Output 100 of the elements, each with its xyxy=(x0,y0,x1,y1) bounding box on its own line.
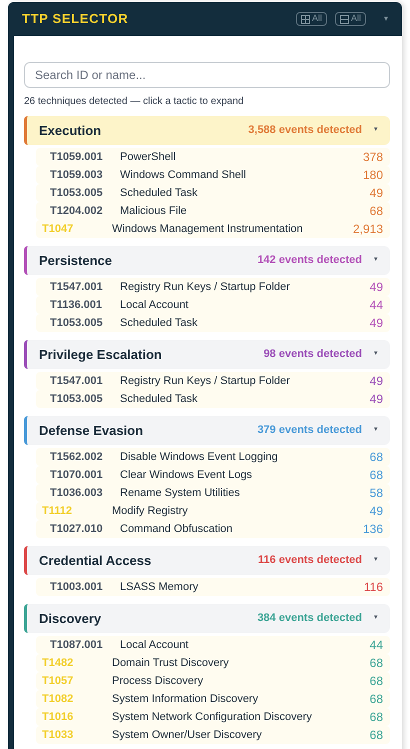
technique-row[interactable]: T1547.001 Registry Run Keys / Startup Folder 49 xyxy=(36,278,390,296)
technique-name: System Information Discovery xyxy=(112,692,260,707)
technique-name: Malicious File xyxy=(120,204,188,219)
event-count: 2,913 xyxy=(352,221,383,238)
tactic-events: 116 events detected xyxy=(258,553,362,568)
technique-name: Local Account xyxy=(120,638,190,653)
technique-id: T1204.002 xyxy=(49,204,104,219)
tactic-events: 379 events detected xyxy=(257,423,362,438)
technique-id: T1087.001 xyxy=(49,638,104,653)
technique-id: T1003.001 xyxy=(49,580,104,595)
technique-row[interactable]: T1036.003 Rename System Utilities 58 xyxy=(36,484,390,502)
technique-row[interactable]: T1053.005 Scheduled Task 49 xyxy=(36,184,390,202)
expand-all-button[interactable]: All xyxy=(296,12,327,26)
technique-row[interactable]: T1087.001 Local Account 44 xyxy=(36,636,390,654)
technique-id: T1136.001 xyxy=(49,298,103,313)
tactic-events: 3,588 events detected xyxy=(248,123,362,138)
technique-name: Modify Registry xyxy=(112,504,189,519)
technique-row[interactable]: T1047 Windows Management Instrumentation 2,913 xyxy=(36,220,390,238)
technique-name: Scheduled Task xyxy=(120,316,198,331)
event-count: 116 xyxy=(364,579,383,596)
tactic-name: Persistence xyxy=(39,252,113,270)
technique-row[interactable]: T1136.001 Local Account 44 xyxy=(36,296,390,314)
menu-caret[interactable]: ▾ xyxy=(384,13,388,25)
technique-name: Command Obfuscation xyxy=(120,522,234,537)
technique-id: T1053.005 xyxy=(49,316,104,331)
technique-row[interactable]: T1082 System Information Discovery 68 xyxy=(36,690,390,708)
technique-id: T1016 xyxy=(41,710,74,725)
event-count: 68 xyxy=(370,691,383,708)
panel-title: TTP SELECTOR xyxy=(22,10,130,28)
tactic-name: Defense Evasion xyxy=(39,422,144,440)
technique-name: Rename System Utilities xyxy=(120,486,241,501)
event-count: 49 xyxy=(370,391,383,408)
technique-row[interactable]: T1016 System Network Configuration Discovery 68 xyxy=(36,708,390,726)
technique-id: T1053.005 xyxy=(49,186,104,201)
technique-row[interactable]: T1547.001 Registry Run Keys / Startup Folder 49 xyxy=(36,372,390,390)
technique-id: T1547.001 xyxy=(49,280,104,295)
technique-id: T1036.003 xyxy=(49,486,104,501)
technique-id: T1027.010 xyxy=(49,522,104,537)
technique-name: Clear Windows Event Logs xyxy=(120,468,254,483)
technique-name: Process Discovery xyxy=(112,674,204,689)
technique-id: T1033 xyxy=(41,728,74,743)
technique-name: Local Account xyxy=(120,298,190,313)
event-count: 49 xyxy=(370,315,383,332)
tactic-name: Discovery xyxy=(39,610,102,628)
event-count: 49 xyxy=(370,185,383,202)
technique-row[interactable]: T1033 System Owner/User Discovery 68 xyxy=(36,726,390,744)
event-count: 49 xyxy=(370,503,383,520)
technique-id: T1070.001 xyxy=(49,468,104,483)
technique-row[interactable]: T1562.002 Disable Windows Event Logging 68 xyxy=(36,448,390,466)
technique-name: Domain Trust Discovery xyxy=(112,656,230,671)
event-count: 180 xyxy=(362,167,383,184)
search-field[interactable]: Search ID or name... xyxy=(24,62,390,88)
technique-row[interactable]: T1027.010 Command Obfuscation 136 xyxy=(36,520,390,538)
tactic-events: 384 events detected xyxy=(257,611,362,626)
event-count: 68 xyxy=(370,449,383,466)
technique-row[interactable]: T1112 Modify Registry 49 xyxy=(36,502,390,520)
technique-name: Scheduled Task xyxy=(120,186,198,201)
technique-id: T1057 xyxy=(41,674,74,689)
technique-row[interactable]: T1482 Domain Trust Discovery 68 xyxy=(36,654,390,672)
technique-row[interactable]: T1070.001 Clear Windows Event Logs 68 xyxy=(36,466,390,484)
technique-row[interactable]: T1053.005 Scheduled Task 49 xyxy=(36,314,390,332)
event-count: 49 xyxy=(370,373,383,390)
technique-row[interactable]: T1053.005 Scheduled Task 49 xyxy=(36,390,390,408)
technique-id: T1047 xyxy=(41,222,74,237)
summary-text: 26 techniques detected — click a tactic to expand xyxy=(24,95,245,109)
technique-row[interactable]: T1003.001 LSASS Memory 116 xyxy=(36,578,390,596)
technique-row[interactable]: T1204.002 Malicious File 68 xyxy=(36,202,390,220)
event-count: 68 xyxy=(370,709,383,726)
event-count: 68 xyxy=(370,203,383,220)
technique-name: PowerShell xyxy=(120,150,177,165)
technique-name: System Owner/User Discovery xyxy=(112,728,263,743)
technique-id: T1059.003 xyxy=(49,168,104,183)
event-count: 68 xyxy=(370,673,383,690)
event-count: 68 xyxy=(370,655,383,672)
technique-name: LSASS Memory xyxy=(120,580,200,595)
technique-id: T1547.001 xyxy=(49,374,104,389)
technique-name: Disable Windows Event Logging xyxy=(120,450,279,465)
event-count: 44 xyxy=(370,297,383,314)
tactic-name: Credential Access xyxy=(39,552,152,570)
technique-name: Windows Command Shell xyxy=(120,168,247,183)
technique-id: T1112 xyxy=(41,504,73,519)
technique-row[interactable]: T1057 Process Discovery 68 xyxy=(36,672,390,690)
event-count: 68 xyxy=(370,727,383,744)
technique-id: T1482 xyxy=(41,656,74,671)
technique-row[interactable]: T1059.003 Windows Command Shell 180 xyxy=(36,166,390,184)
tactic-events: 142 events detected xyxy=(257,253,362,268)
technique-row[interactable]: T1059.001 PowerShell 378 xyxy=(36,148,390,166)
technique-id: T1562.002 xyxy=(49,450,104,465)
tactic-name: Privilege Escalation xyxy=(39,346,163,364)
tactic-events: 98 events detected xyxy=(264,347,362,362)
technique-name: Registry Run Keys / Startup Folder xyxy=(120,280,291,295)
event-count: 136 xyxy=(362,521,383,538)
collapse-all-button[interactable]: All xyxy=(334,12,366,26)
rows-icon xyxy=(340,14,349,24)
event-count: 58 xyxy=(370,485,383,502)
grid-icon xyxy=(300,14,310,24)
event-count: 378 xyxy=(362,149,383,166)
technique-id: T1059.001 xyxy=(49,150,104,165)
technique-id: T1053.005 xyxy=(49,392,104,407)
technique-name: Windows Management Instrumentation xyxy=(112,222,304,237)
